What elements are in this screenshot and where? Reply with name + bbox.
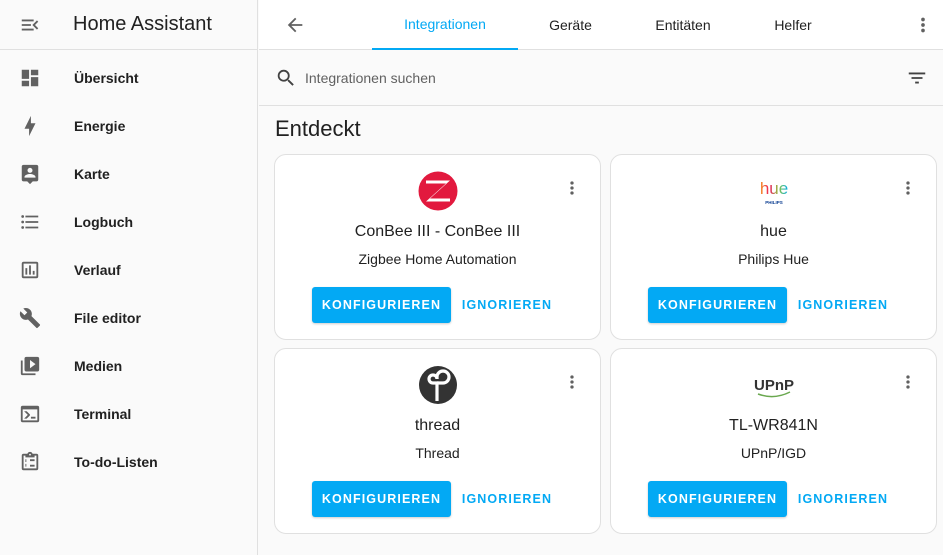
app-title: Home Assistant — [73, 13, 212, 35]
tab-helpers[interactable]: Helfer — [761, 0, 825, 50]
card-integration-name: Zigbee Home Automation — [358, 251, 517, 267]
dots-vertical-icon — [570, 181, 574, 195]
tab-devices[interactable]: Geräte — [533, 0, 608, 50]
tab-label: Integrationen — [404, 16, 486, 32]
sidebar-item-todo[interactable]: To-do-Listen — [0, 438, 257, 486]
sidebar-item-overview[interactable]: Übersicht — [0, 54, 257, 102]
sidebar-item-file-editor[interactable]: File editor — [0, 294, 257, 342]
menu-collapse-button[interactable] — [0, 0, 60, 50]
sidebar-item-history[interactable]: Verlauf — [0, 246, 257, 294]
sidebar-item-energy[interactable]: Energie — [0, 102, 257, 150]
tab-integrations[interactable]: Integrationen — [372, 0, 518, 50]
ignore-button[interactable]: IGNORIEREN — [457, 481, 557, 517]
play-box-multiple-icon — [0, 355, 60, 377]
sidebar-item-terminal[interactable]: Terminal — [0, 390, 257, 438]
zigbee-logo-icon — [416, 171, 460, 211]
card-menu-button[interactable] — [898, 371, 918, 393]
ignore-button[interactable]: IGNORIEREN — [457, 287, 557, 323]
dots-vertical-icon — [906, 375, 910, 389]
arrow-left-icon — [287, 17, 303, 33]
configure-button[interactable]: KONFIGURIEREN — [312, 481, 451, 517]
format-list-icon — [0, 211, 60, 233]
search-input[interactable] — [305, 64, 865, 92]
wrench-icon — [0, 307, 60, 329]
overflow-menu-button[interactable] — [907, 9, 939, 41]
dots-vertical-icon — [921, 17, 925, 33]
dots-vertical-icon — [570, 375, 574, 389]
tab-label: Entitäten — [655, 17, 711, 33]
tab-label: Helfer — [774, 17, 812, 33]
top-toolbar: Integrationen Geräte Entitäten Helfer — [259, 0, 943, 50]
card-integration-name: Philips Hue — [738, 251, 809, 267]
chart-box-icon — [0, 259, 60, 281]
sidebar-item-map[interactable]: Karte — [0, 150, 257, 198]
sidebar-header: Home Assistant — [0, 0, 257, 50]
dots-vertical-icon — [906, 181, 910, 195]
sidebar-item-media[interactable]: Medien — [0, 342, 257, 390]
discovered-card: ConBee III - ConBee III Zigbee Home Auto… — [274, 154, 601, 340]
ignore-button[interactable]: IGNORIEREN — [793, 481, 893, 517]
main-content: Integrationen Geräte Entitäten Helfer En… — [259, 0, 943, 555]
card-menu-button[interactable] — [562, 177, 582, 199]
hue-logo-icon: hue PHILIPS — [752, 171, 796, 211]
sidebar-item-label: To-do-Listen — [74, 454, 158, 470]
tab-entities[interactable]: Entitäten — [639, 0, 727, 50]
sidebar-nav: Übersicht Energie Karte Logbuch Verlauf … — [0, 50, 257, 486]
account-box-icon — [0, 163, 60, 185]
sidebar-item-logbook[interactable]: Logbuch — [0, 198, 257, 246]
tab-label: Geräte — [549, 17, 592, 33]
lightning-icon — [0, 115, 60, 137]
sidebar-item-label: Logbuch — [74, 214, 134, 230]
filter-button[interactable] — [903, 64, 931, 92]
configure-button[interactable]: KONFIGURIEREN — [648, 287, 787, 323]
ignore-button[interactable]: IGNORIEREN — [793, 287, 893, 323]
card-integration-name: Thread — [415, 445, 460, 461]
upnp-logo-icon: UPnP — [752, 365, 796, 405]
sidebar-item-label: Energie — [74, 118, 126, 134]
sidebar-item-label: File editor — [74, 310, 141, 326]
card-device-name: thread — [414, 417, 461, 434]
search-icon — [275, 67, 297, 94]
card-integration-name: UPnP/IGD — [740, 445, 807, 461]
filter-variant-icon — [908, 72, 926, 84]
sidebar-item-label: Terminal — [74, 406, 132, 422]
card-menu-button[interactable] — [562, 371, 582, 393]
sidebar-item-label: Übersicht — [74, 70, 139, 86]
card-device-name: TL-WR841N — [729, 417, 818, 434]
search-bar — [259, 50, 943, 106]
sidebar-item-label: Verlauf — [74, 262, 121, 278]
configure-button[interactable]: KONFIGURIEREN — [312, 287, 451, 323]
sidebar: Home Assistant Übersicht Energie Karte L… — [0, 0, 258, 555]
configure-button[interactable]: KONFIGURIEREN — [648, 481, 787, 517]
discovered-card: UPnP TL-WR841N UPnP/IGD KONFIGURIEREN IG… — [610, 348, 937, 534]
svg-text:hue: hue — [760, 179, 788, 198]
sidebar-item-label: Medien — [74, 358, 123, 374]
discovered-card: hue PHILIPS hue Philips Hue KONFIGURIERE… — [610, 154, 937, 340]
back-button[interactable] — [279, 9, 311, 41]
svg-text:UPnP: UPnP — [754, 377, 794, 394]
card-device-name: ConBee III - ConBee III — [354, 223, 521, 240]
card-menu-button[interactable] — [898, 177, 918, 199]
discovered-card: thread Thread KONFIGURIEREN IGNORIEREN — [274, 348, 601, 534]
card-device-name: hue — [760, 223, 787, 240]
menu-open-icon — [21, 19, 39, 30]
svg-text:PHILIPS: PHILIPS — [765, 200, 783, 205]
sidebar-item-label: Karte — [74, 166, 110, 182]
clipboard-list-icon — [0, 451, 60, 473]
section-title: Entdeckt — [275, 116, 361, 141]
thread-logo-icon — [416, 365, 460, 405]
dashboard-icon — [0, 67, 60, 89]
console-icon — [0, 403, 60, 425]
